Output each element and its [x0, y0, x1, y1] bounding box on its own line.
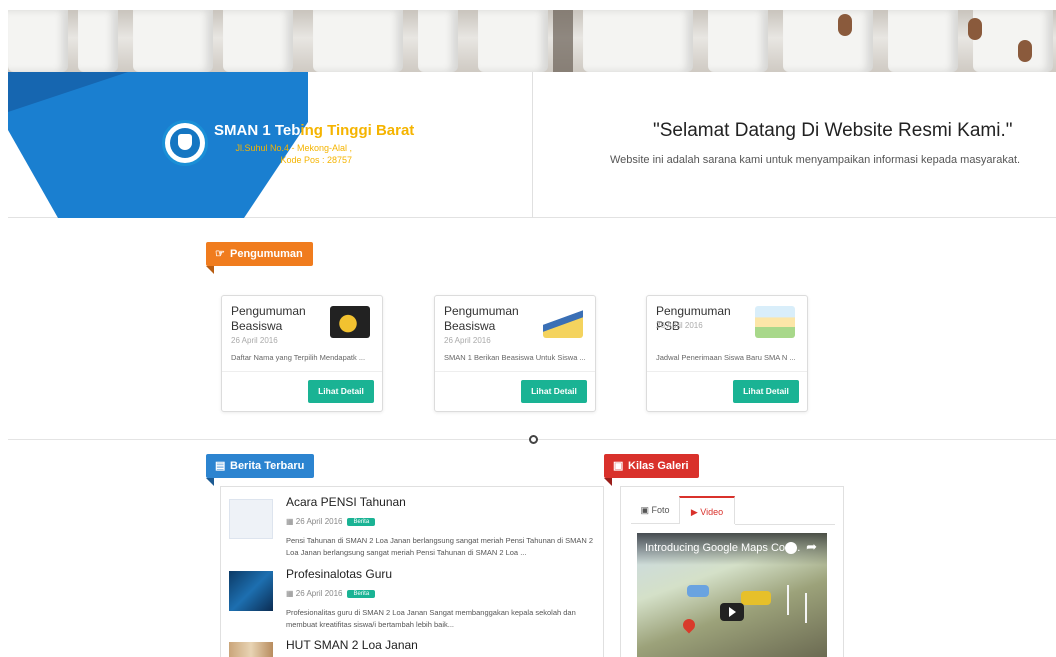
- announcement-section-tag: ☞ Pengumuman: [206, 242, 313, 274]
- video-player[interactable]: Introducing Google Maps Coo... ➦: [637, 533, 827, 657]
- news-category-badge[interactable]: Berita: [347, 590, 376, 598]
- school-logo-icon[interactable]: [162, 120, 208, 166]
- banner-figure: [583, 10, 693, 72]
- announcement-thumbnail[interactable]: [543, 306, 583, 338]
- banner-figure: [708, 10, 768, 72]
- banner-figure: [973, 10, 1053, 72]
- tab-label: Foto: [651, 505, 670, 515]
- play-icon: ▶: [690, 507, 701, 517]
- news-title[interactable]: HUT SMAN 2 Loa Janan: [286, 638, 418, 652]
- video-car: [687, 585, 709, 597]
- tab-video[interactable]: ▶ Video: [679, 496, 735, 524]
- announcement-card: Pengumuman PSB 26 April 2016 Jadwal Pene…: [646, 295, 808, 412]
- announcement-thumbnail[interactable]: [755, 306, 795, 338]
- announcement-excerpt: SMAN 1 Berikan Beasiswa Untuk Siswa ...: [444, 353, 586, 362]
- school-name-part1: SMAN 1 Teb: [214, 122, 301, 139]
- banner-figure: [478, 10, 548, 72]
- banner-figure: [133, 10, 213, 72]
- announcement-thumbnail[interactable]: [330, 306, 370, 338]
- calendar-icon: ▦: [286, 589, 296, 598]
- announcement-excerpt: Daftar Nama yang Terpilih Mendapatk ...: [231, 353, 366, 362]
- view-detail-button[interactable]: Lihat Detail: [308, 380, 374, 403]
- announcement-section-title: Pengumuman: [230, 248, 303, 260]
- gallery-panel: ▣ Foto ▶ Video Introducing Google Maps C…: [620, 486, 844, 657]
- gallery-section-title: Kilas Galeri: [628, 460, 689, 472]
- announcement-card: Pengumuman Beasiswa 26 April 2016 SMAN 1…: [434, 295, 596, 412]
- banner-figure: [418, 10, 458, 72]
- banner-hand: [968, 18, 982, 40]
- news-item: HUT SMAN 2 Loa Janan: [229, 638, 599, 657]
- banner-figure: [78, 10, 118, 72]
- postal-code: Kode Pos : 28757: [280, 155, 352, 165]
- calendar-icon: ▦: [286, 517, 296, 526]
- image-icon: ▣: [613, 460, 624, 472]
- play-button-icon[interactable]: [720, 603, 744, 621]
- windmill: [787, 585, 789, 615]
- view-detail-button[interactable]: Lihat Detail: [521, 380, 587, 403]
- welcome-subtitle: Website ini adalah sarana kami untuk men…: [610, 154, 1021, 166]
- announcement-title[interactable]: Pengumuman Beasiswa: [444, 304, 536, 334]
- announcement-date: 26 April 2016: [231, 336, 278, 345]
- banner-figure: [888, 10, 958, 72]
- photo-icon: ▣: [640, 505, 652, 515]
- school-name[interactable]: SMAN 1 Tebing Tinggi Barat: [214, 122, 414, 139]
- header-divider: [532, 72, 533, 218]
- news-date: 26 April 2016: [295, 517, 343, 526]
- announcement-card: Pengumuman Beasiswa 26 April 2016 Daftar…: [221, 295, 383, 412]
- news-thumbnail[interactable]: [229, 499, 273, 539]
- announcement-date: 26 April 2016: [444, 336, 491, 345]
- site-header: SMAN 1 Tebing Tinggi Barat Jl.Suhul No.4…: [8, 72, 1056, 218]
- school-address: Jl.Suhul No.4 - Mekong-Alal , Kode Pos :…: [224, 142, 352, 166]
- news-section-title: Berita Terbaru: [230, 460, 305, 472]
- news-excerpt: Profesionalitas guru di SMAN 2 Loa Janan…: [286, 608, 576, 629]
- tab-label: Video: [700, 507, 724, 517]
- megaphone-icon: ☞: [215, 248, 225, 260]
- banner-figure: [223, 10, 293, 72]
- banner-hand: [838, 14, 852, 36]
- address-line: Jl.Suhul No.4 - Mekong-Alal ,: [235, 143, 352, 153]
- video-car: [741, 591, 771, 605]
- gallery-section-tag: ▣ Kilas Galeri: [604, 454, 699, 486]
- view-detail-button[interactable]: Lihat Detail: [733, 380, 799, 403]
- news-category-badge[interactable]: Berita: [347, 518, 376, 526]
- banner-hand: [1018, 40, 1032, 62]
- header-banner-image: [8, 10, 1056, 72]
- announcement-date: 26 April 2016: [656, 321, 703, 330]
- banner-shadow: [553, 10, 573, 72]
- news-thumbnail[interactable]: [229, 571, 273, 611]
- windmill: [805, 593, 807, 623]
- news-date: 26 April 2016: [295, 589, 343, 598]
- announcement-excerpt: Jadwal Penerimaan Siswa Baru SMA N ...: [656, 353, 796, 362]
- news-section-tag: ▤ Berita Terbaru: [206, 454, 315, 486]
- news-meta: ▦ 26 April 2016 Berita: [286, 517, 376, 526]
- news-panel: Acara PENSI Tahunan ▦ 26 April 2016 Berit…: [220, 486, 604, 657]
- news-item: Acara PENSI Tahunan ▦ 26 April 2016 Berit…: [229, 495, 599, 565]
- video-title[interactable]: Introducing Google Maps Coo...: [637, 533, 827, 565]
- banner-figure: [8, 10, 68, 72]
- watch-later-icon[interactable]: [785, 542, 797, 554]
- announcement-title[interactable]: Pengumuman Beasiswa: [231, 304, 323, 334]
- news-excerpt: Pensi Tahunan di SMAN 2 Loa Janan berlan…: [286, 536, 594, 557]
- news-title[interactable]: Acara PENSI Tahunan: [286, 495, 406, 509]
- tab-foto[interactable]: ▣ Foto: [631, 496, 679, 524]
- newspaper-icon: ▤: [215, 460, 226, 472]
- school-name-part2: ing Tinggi Barat: [300, 122, 415, 139]
- news-item: Profesinalotas Guru ▦ 26 April 2016 Berit…: [229, 567, 599, 637]
- welcome-title: "Selamat Datang Di Website Resmi Kami.": [653, 120, 1013, 141]
- news-title[interactable]: Profesinalotas Guru: [286, 567, 392, 581]
- divider-dot-icon: [529, 435, 538, 444]
- share-icon[interactable]: ➦: [806, 539, 817, 555]
- news-thumbnail[interactable]: [229, 642, 273, 657]
- news-meta: ▦ 26 April 2016 Berita: [286, 589, 376, 598]
- banner-figure: [783, 10, 873, 72]
- banner-figure: [313, 10, 403, 72]
